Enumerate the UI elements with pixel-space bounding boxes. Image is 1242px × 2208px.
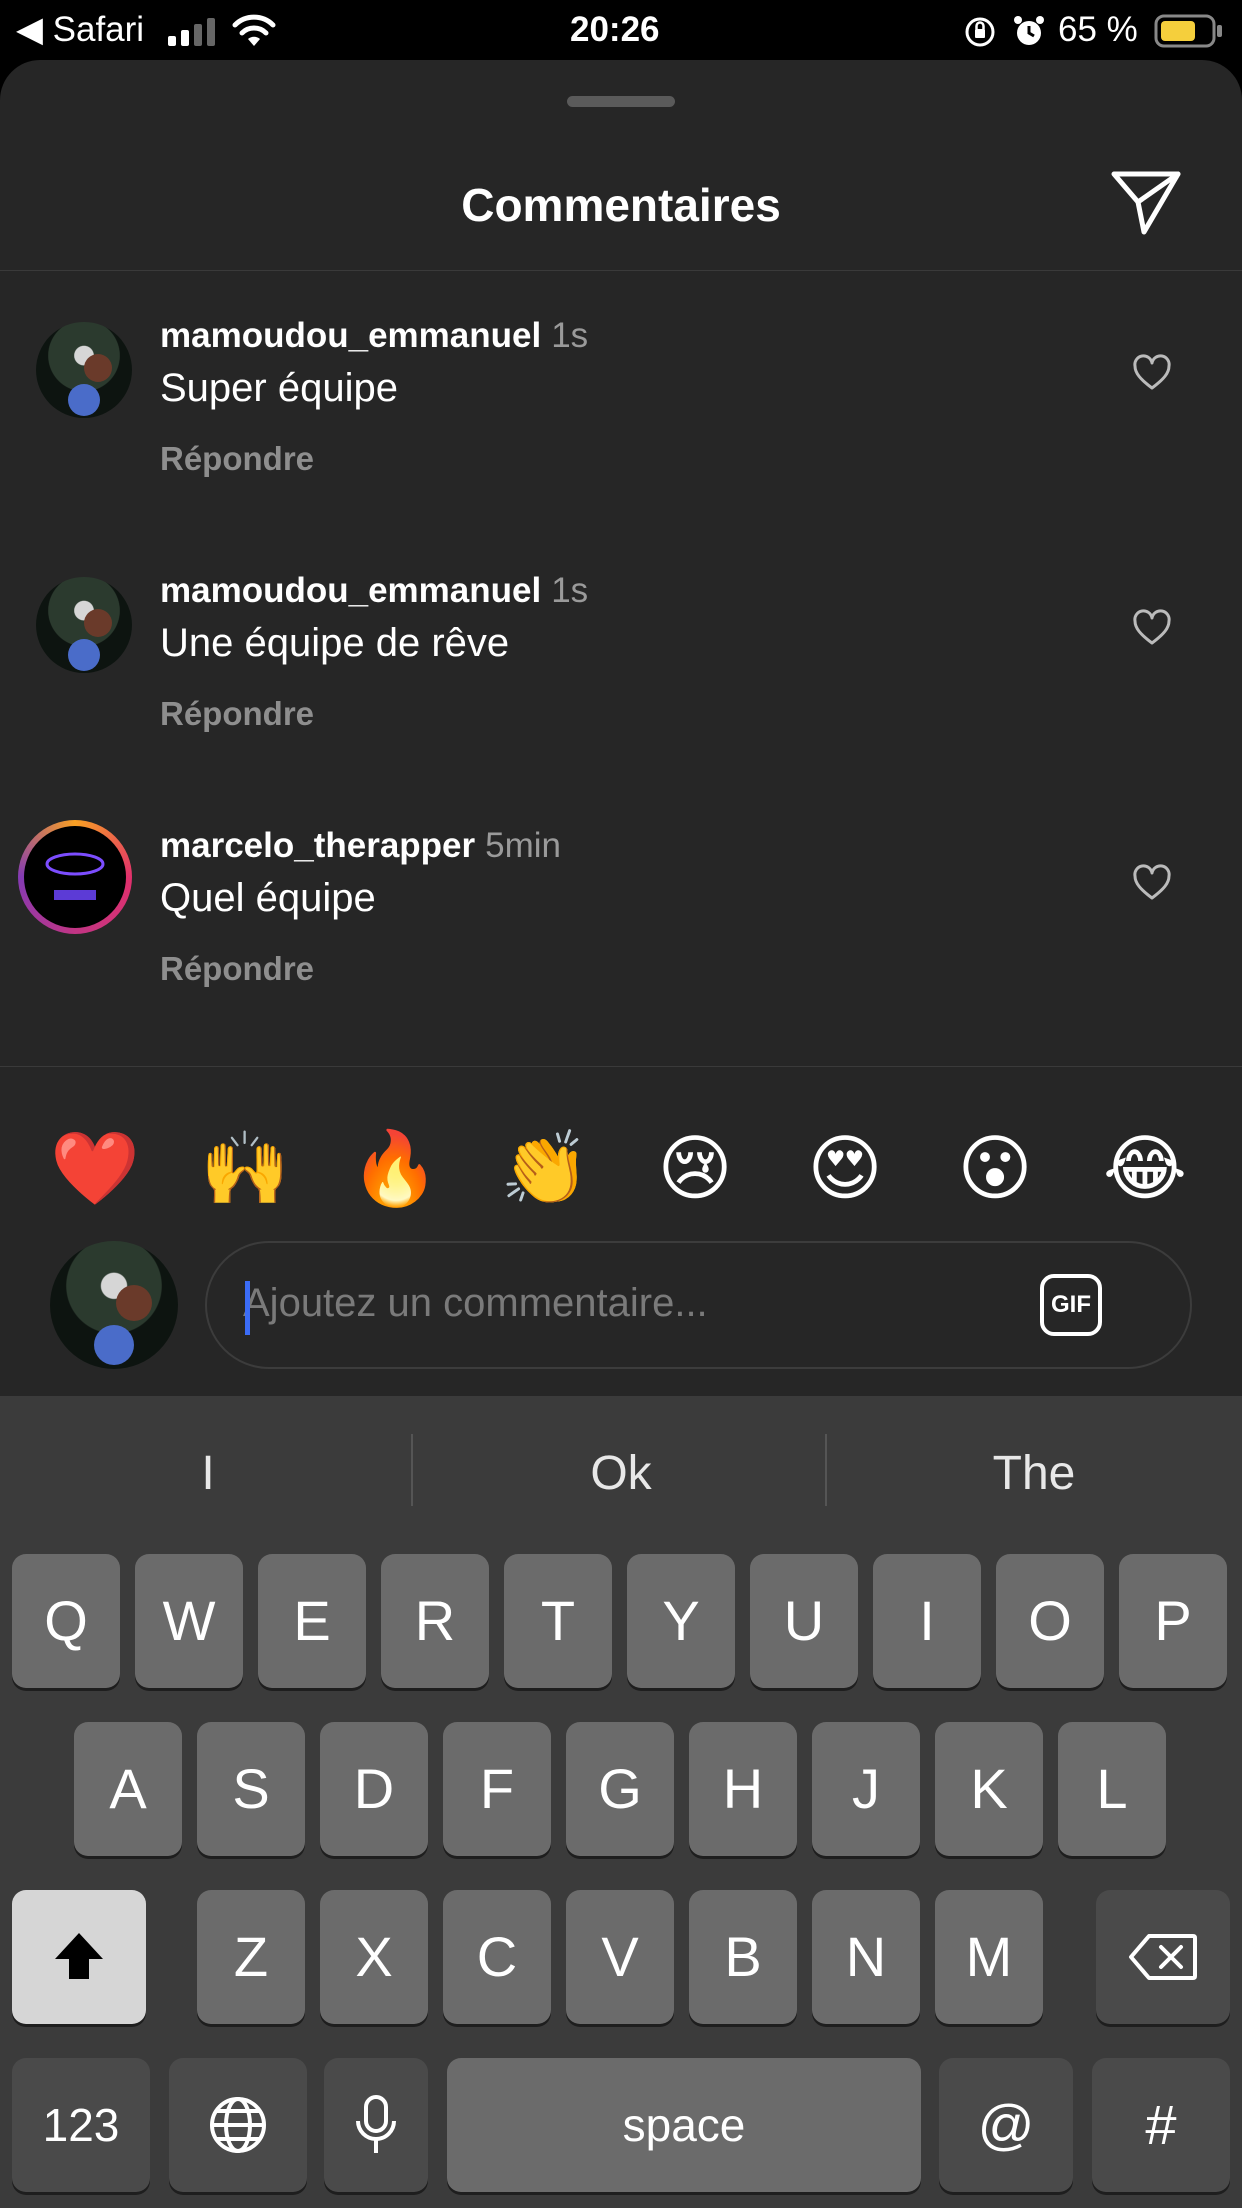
key-d[interactable]: D	[320, 1722, 428, 1856]
microphone-icon	[356, 2095, 396, 2154]
suggestion-2[interactable]: Ok	[415, 1446, 827, 1501]
comments-sheet: Commentaires mamoudou_emmanuel 1s Super é…	[0, 60, 1242, 1396]
key-q[interactable]: Q	[12, 1554, 120, 1688]
key-u[interactable]: U	[750, 1554, 858, 1688]
sheet-grabber[interactable]	[567, 96, 675, 107]
comment-time: 1s	[551, 571, 589, 610]
emoji-heart-eyes[interactable]: 😍	[790, 1114, 900, 1224]
comment-text: Super équipe	[160, 366, 398, 410]
key-t[interactable]: T	[504, 1554, 612, 1688]
delete-key[interactable]	[1096, 1890, 1230, 2024]
story-ring-avatar[interactable]	[18, 820, 132, 934]
comment-time: 1s	[551, 316, 589, 355]
reply-button[interactable]: Répondre	[160, 695, 314, 733]
key-y[interactable]: Y	[627, 1554, 735, 1688]
globe-key[interactable]	[169, 2058, 307, 2192]
numbers-key[interactable]: 123	[12, 2058, 150, 2192]
cellular-signal-icon	[168, 18, 218, 51]
emoji-crying[interactable]: 😢	[640, 1114, 750, 1224]
key-o[interactable]: O	[996, 1554, 1104, 1688]
hash-key[interactable]: #	[1092, 2058, 1230, 2192]
comment-placeholder: Ajoutez un commentaire...	[243, 1281, 708, 1325]
my-avatar	[50, 1241, 178, 1369]
avatar[interactable]	[36, 577, 132, 673]
key-e[interactable]: E	[258, 1554, 366, 1688]
emoji-bar: ❤️ 🙌 🔥 👏 😢 😍 😮 😂	[0, 1114, 1242, 1224]
back-to-safari[interactable]: ◀ Safari	[16, 10, 144, 50]
key-f[interactable]: F	[443, 1722, 551, 1856]
key-b[interactable]: B	[689, 1890, 797, 2024]
key-i[interactable]: I	[873, 1554, 981, 1688]
key-h[interactable]: H	[689, 1722, 797, 1856]
comment-time: 5min	[485, 826, 562, 865]
key-x[interactable]: X	[320, 1890, 428, 2024]
header-divider	[0, 270, 1242, 271]
key-l[interactable]: L	[1058, 1722, 1166, 1856]
paper-plane-icon	[1111, 171, 1181, 235]
alarm-icon	[1012, 14, 1046, 53]
emoji-clap[interactable]: 👏	[490, 1114, 600, 1224]
key-p[interactable]: P	[1119, 1554, 1227, 1688]
key-a[interactable]: A	[74, 1722, 182, 1856]
comment-input[interactable]: Ajoutez un commentaire... GIF	[205, 1241, 1192, 1369]
key-w[interactable]: W	[135, 1554, 243, 1688]
battery-icon	[1154, 14, 1224, 53]
wifi-icon	[232, 14, 276, 53]
heart-icon[interactable]	[1132, 354, 1172, 394]
comment-username[interactable]: mamoudou_emmanuel 1s	[160, 571, 588, 611]
backspace-icon	[1129, 1934, 1197, 1981]
key-k[interactable]: K	[935, 1722, 1043, 1856]
key-s[interactable]: S	[197, 1722, 305, 1856]
status-bar: ◀ Safari 20:26 65 %	[0, 0, 1242, 62]
emoji-fire[interactable]: 🔥	[340, 1114, 450, 1224]
emoji-heart[interactable]: ❤️	[40, 1114, 150, 1224]
share-button[interactable]	[1108, 164, 1184, 240]
key-z[interactable]: Z	[197, 1890, 305, 2024]
shift-arrow-icon	[55, 1933, 103, 1980]
emoji-divider	[0, 1066, 1242, 1067]
space-key[interactable]: space	[447, 2058, 921, 2192]
comment-username[interactable]: mamoudou_emmanuel 1s	[160, 316, 588, 356]
shift-key[interactable]	[12, 1890, 146, 2024]
reply-button[interactable]: Répondre	[160, 950, 314, 988]
key-m[interactable]: M	[935, 1890, 1043, 2024]
heart-icon[interactable]	[1132, 609, 1172, 649]
comment-text: Quel équipe	[160, 876, 376, 920]
comment-text: Une équipe de rêve	[160, 621, 510, 665]
suggestion-divider	[411, 1434, 413, 1506]
suggestion-divider	[825, 1434, 827, 1506]
at-key[interactable]: @	[939, 2058, 1073, 2192]
comment-item: mamoudou_emmanuel 1s Une équipe de rêve R…	[0, 571, 1242, 791]
suggestion-1[interactable]: I	[2, 1446, 414, 1501]
key-g[interactable]: G	[566, 1722, 674, 1856]
emoji-surprised[interactable]: 😮	[940, 1114, 1050, 1224]
status-time: 20:26	[570, 10, 660, 49]
reply-button[interactable]: Répondre	[160, 440, 314, 478]
comment-item: marcelo_therapper 5min Quel équipe Répond…	[0, 820, 1242, 1046]
key-c[interactable]: C	[443, 1890, 551, 2024]
keyboard: I Ok The Q W E R T Y U I O P A S D F G H…	[0, 1396, 1242, 2208]
emoji-laughing[interactable]: 😂	[1090, 1114, 1200, 1224]
key-v[interactable]: V	[566, 1890, 674, 2024]
sheet-title: Commentaires	[461, 179, 781, 231]
orientation-lock-icon	[964, 16, 996, 53]
emoji-raised-hands[interactable]: 🙌	[190, 1114, 300, 1224]
dictation-key[interactable]	[324, 2058, 428, 2192]
key-n[interactable]: N	[812, 1890, 920, 2024]
heart-icon[interactable]	[1132, 864, 1172, 904]
suggestion-3[interactable]: The	[828, 1446, 1240, 1501]
avatar[interactable]	[36, 322, 132, 418]
battery-percent: 65 %	[1058, 10, 1138, 49]
text-caret	[245, 1281, 250, 1335]
comment-username[interactable]: marcelo_therapper 5min	[160, 826, 561, 866]
comment-item: mamoudou_emmanuel 1s Super équipe Répondr…	[0, 316, 1242, 536]
key-j[interactable]: J	[812, 1722, 920, 1856]
globe-icon	[210, 2097, 266, 2154]
key-r[interactable]: R	[381, 1554, 489, 1688]
gif-button[interactable]: GIF	[1040, 1274, 1102, 1336]
